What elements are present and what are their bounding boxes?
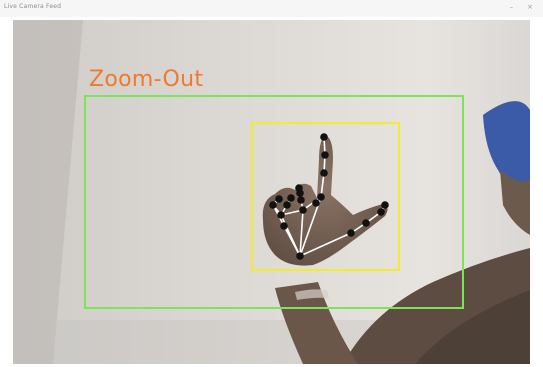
app-window: Live Camera Feed – × Zoom-Out [0, 0, 543, 367]
landmark-index-joint [312, 199, 320, 207]
landmark-middle-pip [297, 196, 305, 204]
landmark-pinky-pip [275, 195, 283, 203]
landmark-middle-mcp [299, 206, 307, 214]
gesture-label: Zoom-Out [89, 67, 204, 92]
landmark-pinky-mcp [269, 201, 277, 209]
landmark-thumb-ip [377, 208, 385, 216]
window-controls: – × [510, 3, 533, 12]
window-title: Live Camera Feed [4, 3, 62, 10]
landmark-thumb-cmc [347, 229, 355, 237]
landmark-ring-pip [283, 201, 291, 209]
landmark-ring-dip [287, 194, 295, 202]
landmark-palm [280, 222, 288, 230]
landmark-middle-tip [295, 184, 303, 192]
landmark-thumb-mcp [362, 219, 370, 227]
camera-viewport: Zoom-Out [13, 20, 530, 364]
landmark-index-tip [320, 133, 328, 141]
landmark-index-dip [321, 151, 329, 159]
landmark-thumb-tip [381, 201, 389, 209]
landmark-index-mcp [317, 193, 325, 201]
minimize-icon[interactable]: – [510, 3, 514, 12]
landmark-ring-mcp [277, 211, 285, 219]
landmark-wrist [296, 252, 304, 260]
landmark-index-pip [320, 169, 328, 177]
close-icon[interactable]: × [527, 3, 533, 12]
title-bar: Live Camera Feed – × [0, 0, 543, 17]
